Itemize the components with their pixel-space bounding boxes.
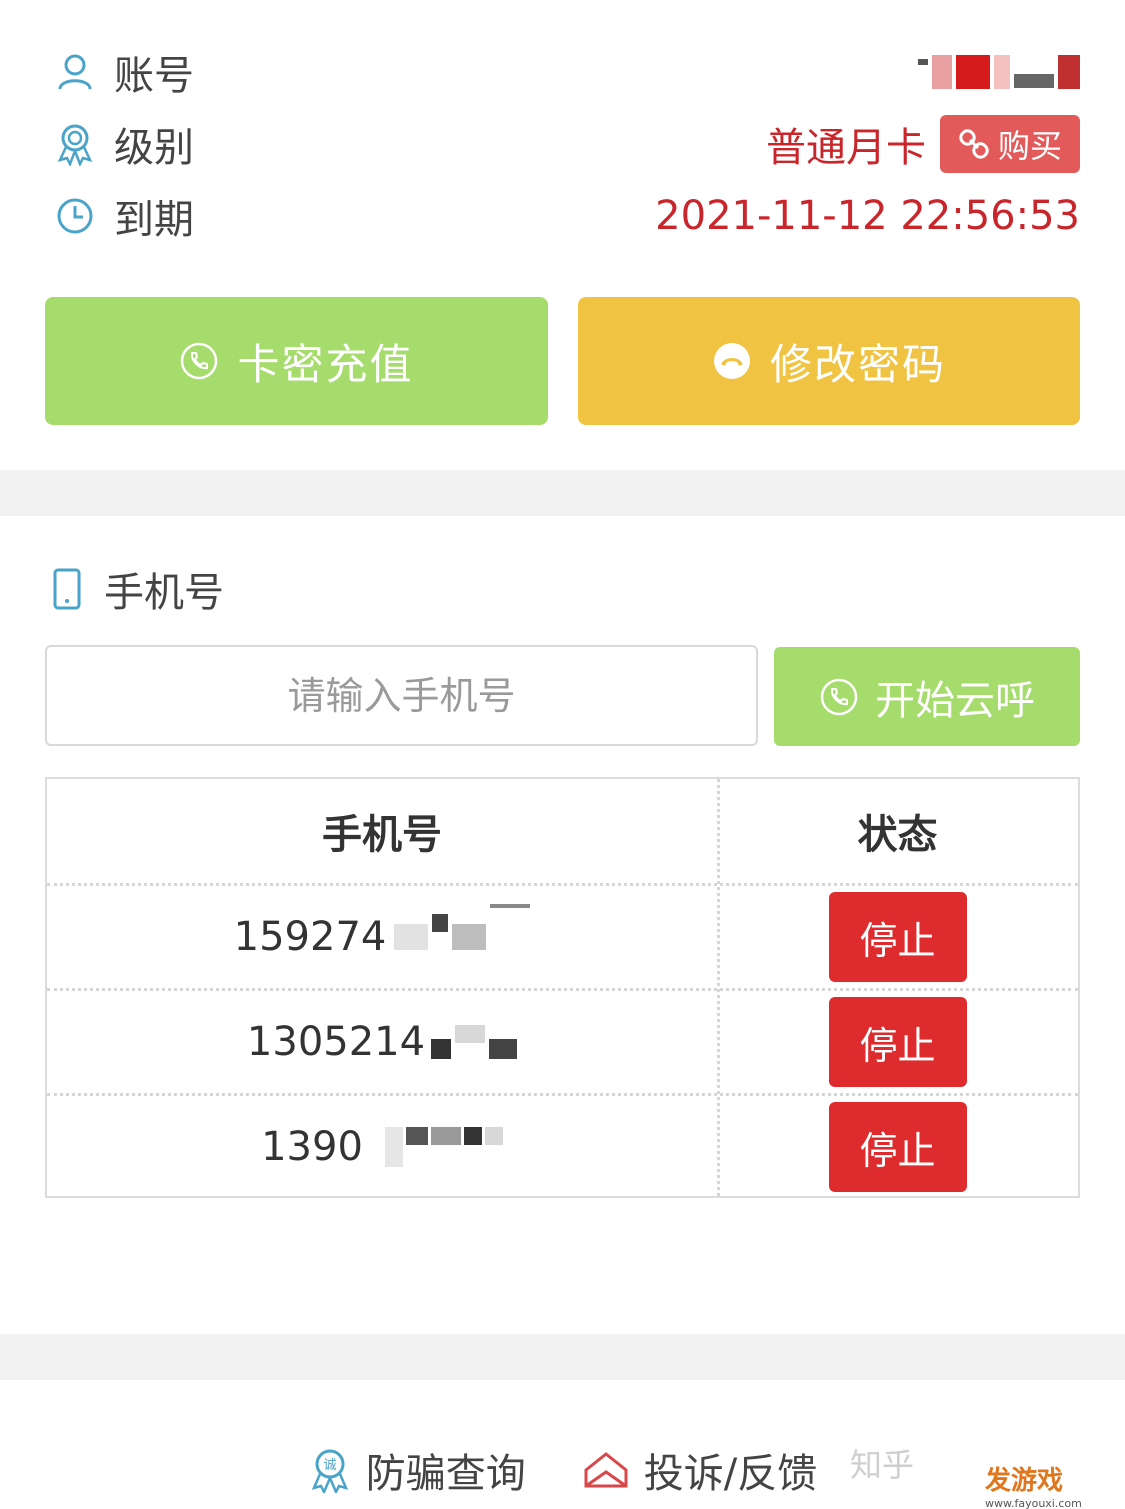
phone-section-title: 手机号 xyxy=(52,560,224,618)
footer-divider xyxy=(0,1334,1125,1380)
account-label: 账号 xyxy=(114,53,194,99)
change-password-button[interactable]: 修改密码 xyxy=(578,297,1080,425)
start-call-button[interactable]: 开始云呼 xyxy=(774,647,1080,746)
masked-digits xyxy=(431,1025,518,1059)
phone-number: 1305214 xyxy=(246,1019,426,1065)
stop-button[interactable]: 停止 xyxy=(828,997,967,1087)
envelope-icon xyxy=(584,1452,628,1488)
stop-button[interactable]: 停止 xyxy=(828,892,967,982)
site-watermark: 发游戏 www.fayouxi.com xyxy=(985,1460,1082,1509)
level-value-wrap: 普通月卡 购买 xyxy=(766,115,1080,173)
status-cell: 停止 xyxy=(717,1102,1078,1192)
header-phone: 手机号 xyxy=(322,812,442,858)
mobile-icon xyxy=(53,568,81,610)
clock-icon xyxy=(52,193,98,239)
header-status: 状态 xyxy=(857,812,938,858)
buy-label: 购买 xyxy=(997,127,1062,165)
level-row: 级别 普通月卡 购买 xyxy=(52,114,1080,174)
site-watermark-url: www.fayouxi.com xyxy=(985,1497,1082,1509)
account-row: 账号 xyxy=(52,42,1080,102)
zhihu-watermark: 知乎 xyxy=(850,1446,915,1484)
phone-cell: 159274 xyxy=(47,904,717,960)
feedback-link[interactable]: 投诉/反馈 xyxy=(582,1441,817,1499)
svg-text:诚: 诚 xyxy=(323,1458,336,1473)
recharge-button[interactable]: 卡密充值 xyxy=(45,297,548,425)
masked-digits xyxy=(394,904,531,950)
feedback-label: 投诉/反馈 xyxy=(643,1451,818,1497)
call-table: 手机号 状态 159274 停止 1305214 停止 1390 停止 xyxy=(45,777,1080,1198)
phone-circle-icon xyxy=(820,678,858,715)
table-row: 159274 停止 xyxy=(47,886,1078,991)
table-row: 1390 停止 xyxy=(47,1096,1078,1198)
phone-number: 159274 xyxy=(233,914,387,960)
site-watermark-text: 发游戏 xyxy=(985,1466,1064,1496)
phone-number: 1390 xyxy=(261,1124,363,1170)
level-value: 普通月卡 xyxy=(765,125,926,171)
phone-cell: 1305214 xyxy=(47,1019,717,1065)
stop-button[interactable]: 停止 xyxy=(828,1102,967,1192)
level-label: 级别 xyxy=(114,125,194,171)
start-call-label: 开始云呼 xyxy=(875,677,1035,724)
phone-cell: 1390 xyxy=(47,1124,717,1170)
table-header: 手机号 状态 xyxy=(47,779,1078,886)
change-password-label: 修改密码 xyxy=(769,339,946,389)
expire-row: 到期 2021-11-12 22:56:53 xyxy=(52,186,1080,246)
status-cell: 停止 xyxy=(717,892,1078,982)
phone-section-title-text: 手机号 xyxy=(104,570,224,616)
recharge-label: 卡密充值 xyxy=(237,339,414,389)
link-icon xyxy=(959,129,989,159)
phone-circle-icon xyxy=(181,342,218,380)
expire-value: 2021-11-12 22:56:53 xyxy=(655,193,1080,239)
anti-fraud-link[interactable]: 诚 防骗查询 xyxy=(308,1441,526,1499)
table-row: 1305214 停止 xyxy=(47,991,1078,1096)
account-value-masked xyxy=(918,55,1080,89)
masked-digits xyxy=(384,1127,503,1167)
status-cell: 停止 xyxy=(717,997,1078,1087)
user-icon xyxy=(52,49,98,95)
buy-button[interactable]: 购买 xyxy=(939,115,1080,173)
medal-icon xyxy=(52,121,98,167)
anti-fraud-label: 防骗查询 xyxy=(365,1451,526,1497)
hangup-icon xyxy=(713,343,750,379)
verified-badge-icon: 诚 xyxy=(311,1449,348,1493)
section-divider xyxy=(0,470,1125,516)
phone-input[interactable] xyxy=(45,645,758,746)
footer-links: 诚 防骗查询 投诉/反馈 xyxy=(0,1430,1125,1509)
expire-label: 到期 xyxy=(114,197,194,243)
